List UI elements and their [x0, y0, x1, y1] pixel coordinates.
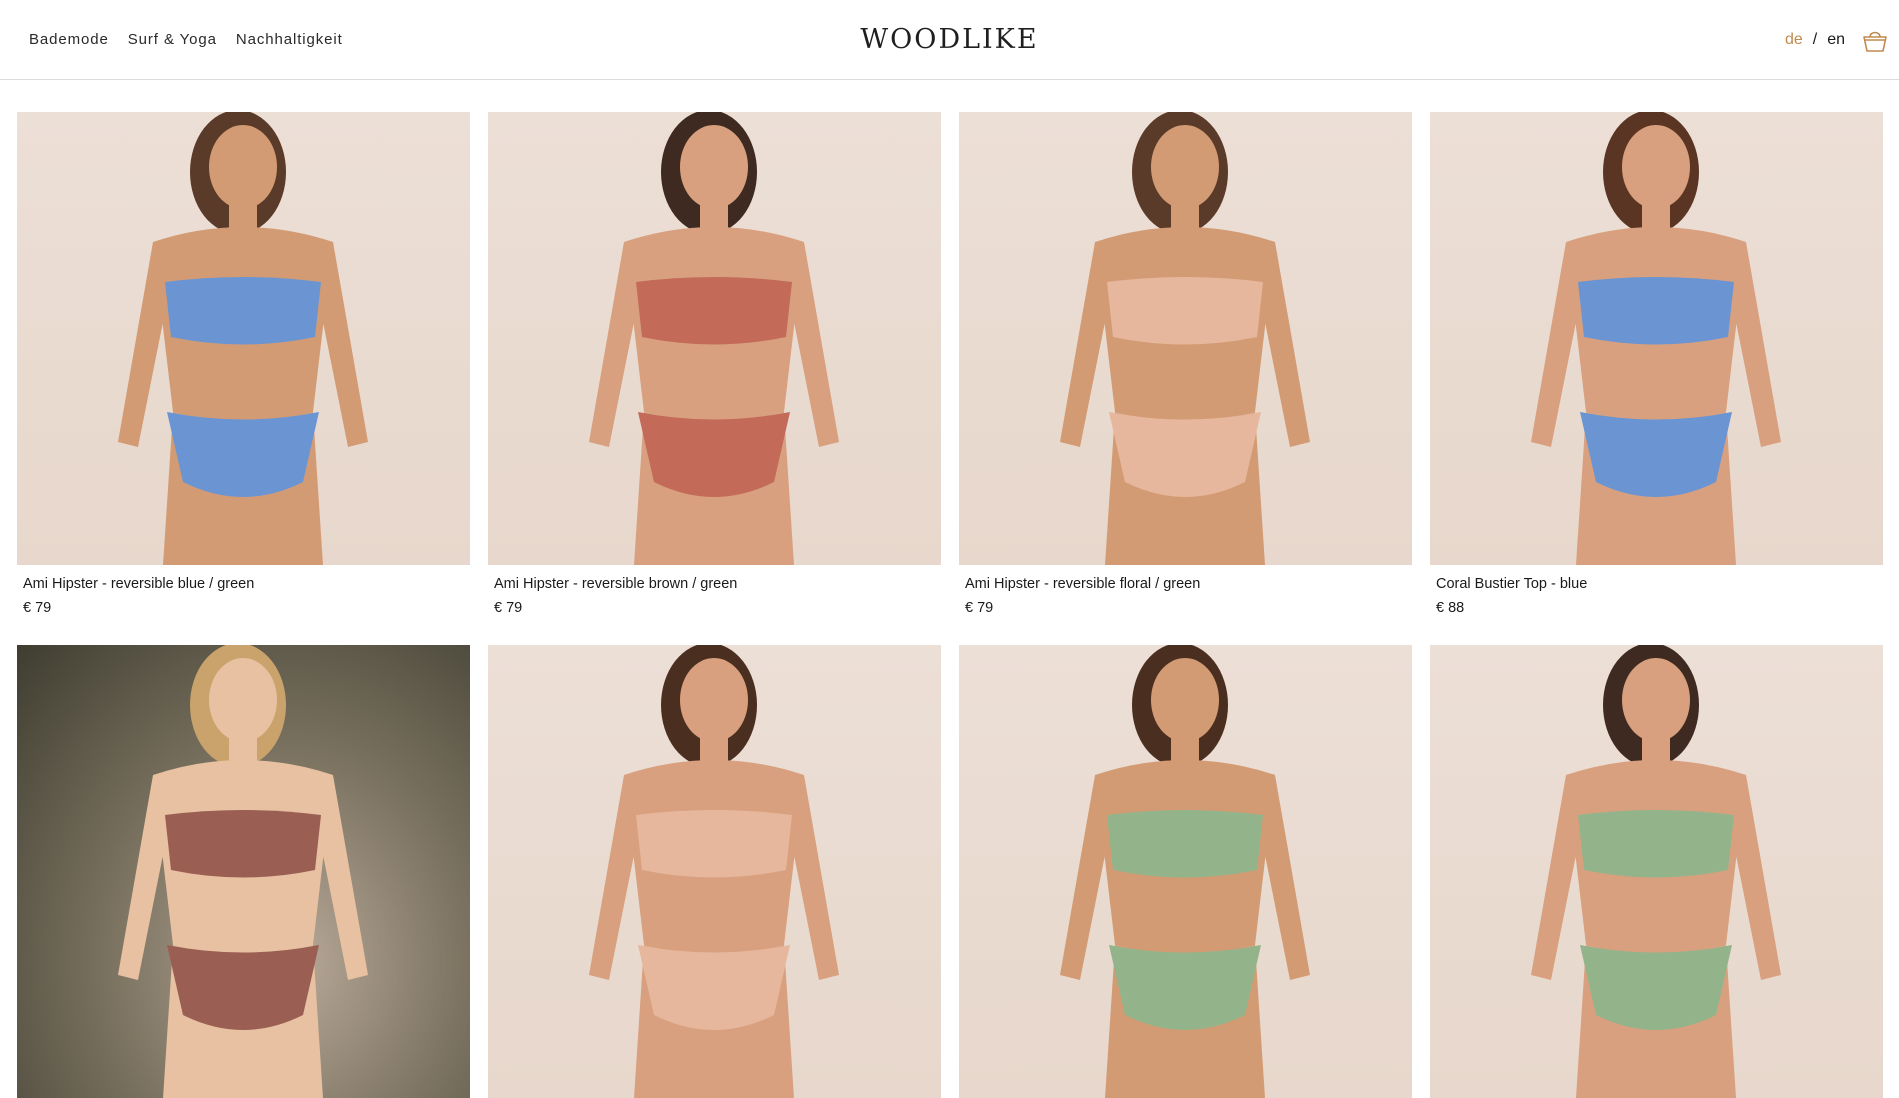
lang-de-link[interactable]: de	[1785, 31, 1803, 49]
model-photo	[589, 645, 839, 1098]
product-image[interactable]	[488, 112, 941, 565]
lang-en-link[interactable]: en	[1827, 31, 1845, 49]
product-price: € 79	[965, 600, 994, 616]
product-card[interactable]: Ami Hipster - reversible blue / green € …	[17, 112, 470, 617]
nav-item-nachhaltigkeit[interactable]: Nachhaltigkeit	[236, 31, 343, 48]
nav-item-bademode[interactable]: Bademode	[29, 31, 109, 48]
product-title[interactable]: Ami Hipster - reversible blue / green	[23, 576, 470, 593]
model-photo	[118, 112, 368, 565]
product-card[interactable]	[488, 645, 941, 1098]
model-photo	[1060, 112, 1310, 565]
product-image[interactable]	[17, 645, 470, 1098]
product-grid: Ami Hipster - reversible blue / green € …	[17, 112, 1883, 1098]
lang-separator: /	[1812, 30, 1818, 48]
product-image[interactable]	[488, 645, 941, 1098]
product-image[interactable]	[1430, 112, 1883, 565]
product-price: € 79	[23, 600, 52, 616]
product-image[interactable]	[1430, 645, 1883, 1098]
model-photo	[1531, 645, 1781, 1098]
product-price: € 88	[1436, 600, 1465, 616]
product-title[interactable]: Ami Hipster - reversible floral / green	[965, 576, 1412, 593]
site-logo[interactable]: WOODLIKE	[860, 24, 1038, 55]
model-photo	[118, 645, 368, 1098]
product-image[interactable]	[17, 112, 470, 565]
header-actions: de / en	[1785, 0, 1889, 79]
shopping-basket-icon[interactable]	[1861, 26, 1889, 54]
model-photo	[1060, 645, 1310, 1098]
product-title[interactable]: Coral Bustier Top - blue	[1436, 576, 1883, 593]
nav-item-surf-yoga[interactable]: Surf & Yoga	[128, 31, 217, 48]
product-title[interactable]: Ami Hipster - reversible brown / green	[494, 576, 941, 593]
site-header: Bademode Surf & Yoga Nachhaltigkeit WOOD…	[0, 0, 1899, 80]
product-card[interactable]: Ami Hipster - reversible floral / green …	[959, 112, 1412, 617]
product-card[interactable]: Coral Bustier Top - blue € 88	[1430, 112, 1883, 617]
product-price: € 79	[494, 600, 523, 616]
product-card[interactable]: Ami Hipster - reversible brown / green €…	[488, 112, 941, 617]
product-card[interactable]	[1430, 645, 1883, 1098]
model-photo	[1531, 112, 1781, 565]
product-card[interactable]	[17, 645, 470, 1098]
main-nav: Bademode Surf & Yoga Nachhaltigkeit	[29, 0, 362, 79]
product-image[interactable]	[959, 112, 1412, 565]
product-image[interactable]	[959, 645, 1412, 1098]
product-card[interactable]	[959, 645, 1412, 1098]
model-photo	[589, 112, 839, 565]
